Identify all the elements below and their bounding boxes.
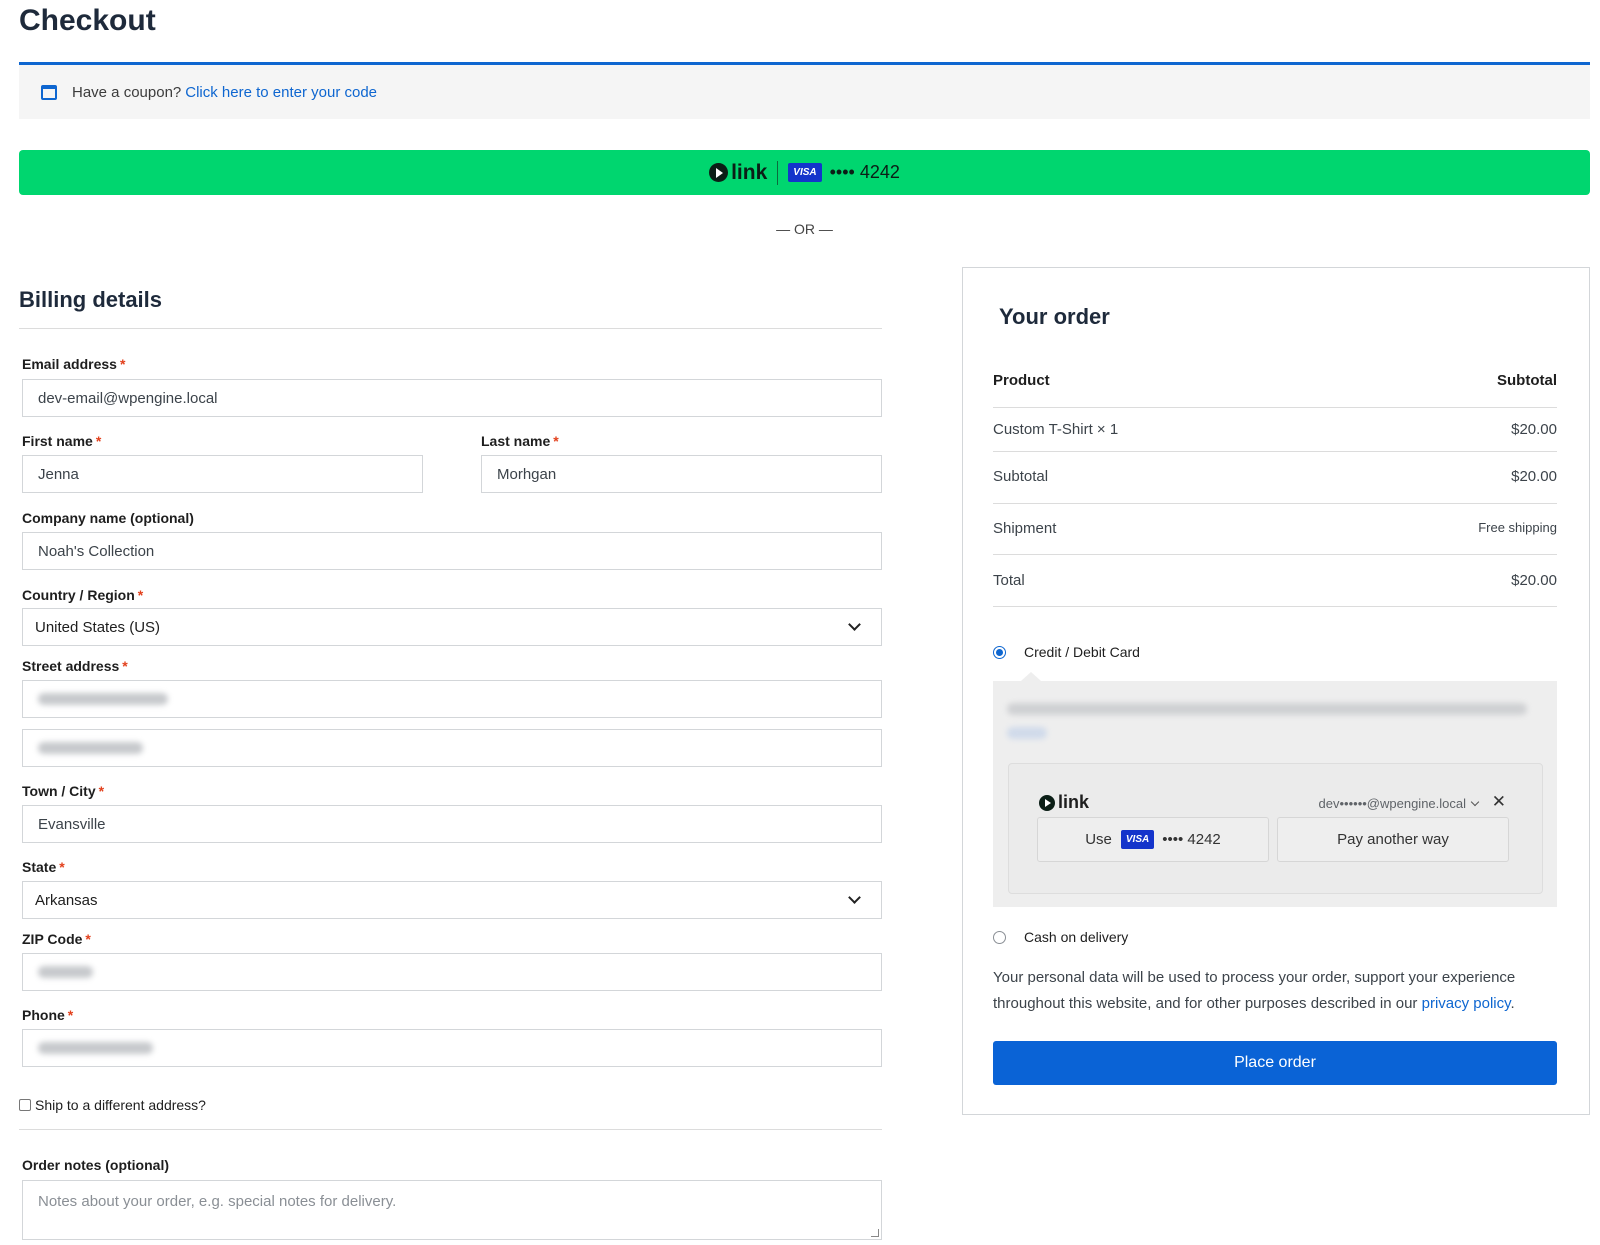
table-row: Custom T-Shirt × 1 $20.00: [993, 421, 1557, 438]
zip-label: ZIP Code *: [22, 931, 91, 947]
country-label: Country / Region *: [22, 587, 144, 603]
page-title: Checkout: [19, 4, 156, 37]
last-name-label: Last name *: [481, 433, 559, 449]
link-wallet: link dev••••••@wpengine.local ✕ Use VISA…: [1008, 763, 1543, 894]
divider: [993, 503, 1557, 504]
cod-option-label: Cash on delivery: [1024, 929, 1129, 945]
privacy-notice: Your personal data will be used to proce…: [993, 969, 1516, 1012]
calendar-icon: [41, 84, 57, 100]
table-row: Shipment Free shipping: [993, 520, 1557, 537]
street-address-2-field[interactable]: [22, 729, 882, 767]
state-select[interactable]: Arkansas: [22, 881, 882, 919]
city-label: Town / City *: [22, 783, 105, 799]
visa-icon: VISA: [1120, 830, 1155, 849]
country-value: United States (US): [35, 618, 161, 636]
street-address-field[interactable]: [22, 680, 882, 718]
payment-option-cod[interactable]: Cash on delivery: [993, 929, 1128, 945]
phone-field[interactable]: [22, 1029, 882, 1067]
use-saved-card-button[interactable]: Use VISA •••• 4242: [1037, 817, 1269, 862]
company-field[interactable]: Noah's Collection: [22, 532, 882, 570]
or-separator: — OR —: [776, 221, 833, 237]
first-name-field[interactable]: Jenna: [22, 455, 423, 493]
checkbox[interactable]: [19, 1099, 31, 1111]
coupon-prompt: Have a coupon?: [72, 83, 182, 101]
place-order-button[interactable]: Place order: [993, 1041, 1557, 1085]
zip-field[interactable]: [22, 953, 882, 991]
order-notes-placeholder: Notes about your order, e.g. special not…: [38, 1193, 397, 1210]
table-row: Subtotal $20.00: [993, 468, 1557, 485]
chevron-down-icon: [848, 618, 861, 631]
order-table-header: Product Subtotal: [993, 372, 1557, 389]
email-field[interactable]: dev-email@wpengine.local: [22, 379, 882, 417]
notch: [1021, 672, 1041, 681]
link-play-icon: [1039, 794, 1055, 811]
divider: [993, 407, 1557, 408]
divider: [777, 160, 779, 185]
billing-title: Billing details: [19, 287, 163, 312]
privacy-policy-link[interactable]: privacy policy: [1422, 995, 1511, 1012]
payment-option-card[interactable]: Credit / Debit Card: [993, 644, 1140, 660]
order-notes-label: Order notes (optional): [22, 1157, 169, 1173]
divider: [19, 328, 882, 329]
link-logo: link: [709, 161, 767, 185]
chevron-down-icon: [848, 891, 861, 904]
chevron-down-icon: [1470, 797, 1480, 807]
card-last4: •••• 4242: [829, 162, 900, 182]
link-play-icon: [709, 163, 729, 182]
city-field[interactable]: Evansville: [22, 805, 882, 843]
street-label: Street address *: [22, 658, 128, 674]
ship-different-checkbox[interactable]: Ship to a different address?: [19, 1097, 206, 1113]
card-option-label: Credit / Debit Card: [1024, 644, 1140, 660]
last-name-field[interactable]: Morhgan: [481, 455, 882, 493]
radio-selected-icon[interactable]: [993, 645, 1006, 659]
state-value: Arkansas: [35, 891, 98, 909]
order-title: Your order: [999, 304, 1110, 329]
link-logo: link: [1039, 792, 1089, 813]
divider: [993, 451, 1557, 452]
pay-another-way-button[interactable]: Pay another way: [1277, 817, 1509, 862]
radio-unselected-icon[interactable]: [993, 930, 1006, 944]
company-label: Company name (optional): [22, 510, 194, 526]
first-name-label: First name *: [22, 433, 102, 449]
divider: [19, 1129, 882, 1130]
country-select[interactable]: United States (US): [22, 608, 882, 646]
ship-different-label: Ship to a different address?: [35, 1097, 206, 1113]
divider: [993, 606, 1557, 607]
resize-handle-icon[interactable]: [871, 1229, 879, 1237]
close-icon[interactable]: ✕: [1492, 792, 1506, 812]
order-notes-field[interactable]: Notes about your order, e.g. special not…: [22, 1180, 882, 1240]
coupon-notice: Have a coupon? Click here to enter your …: [19, 62, 1590, 119]
link-account-selector[interactable]: dev••••••@wpengine.local: [1319, 796, 1480, 811]
table-row: Total $20.00: [993, 572, 1557, 589]
state-label: State *: [22, 859, 65, 875]
divider: [993, 554, 1557, 555]
phone-label: Phone *: [22, 1007, 74, 1023]
visa-icon: VISA: [788, 163, 822, 182]
email-label: Email address *: [22, 356, 126, 372]
enter-coupon-link[interactable]: Click here to enter your code: [185, 84, 377, 101]
link-express-checkout-button[interactable]: link VISA •••• 4242: [19, 150, 1590, 195]
